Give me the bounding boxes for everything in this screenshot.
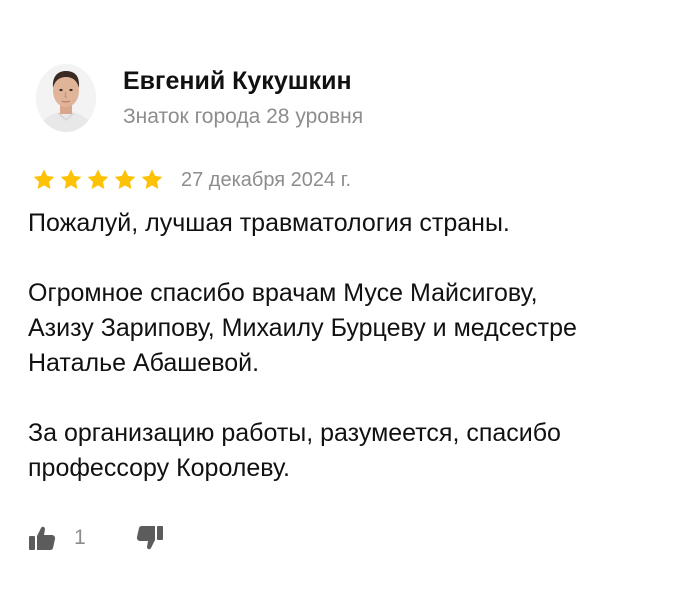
previous-review-clipped: ▪▪▪▪▪▪▪▪▪▪▪▪▪▪▪▪▪▪▪▪▪▪ bbox=[0, 0, 700, 10]
star-icon bbox=[33, 169, 55, 189]
review-line: Огромное спасибо врачам Мусе Майсигову, bbox=[28, 279, 538, 307]
review-line: Наталье Абашевой. bbox=[28, 349, 260, 377]
star-icon bbox=[87, 169, 109, 189]
review-text: Пожалуй, лучшая травматология страны. Ог… bbox=[28, 206, 688, 486]
review-paragraph: Пожалуй, лучшая травматология страны. bbox=[28, 209, 510, 237]
clipped-text-fragment: ▪▪▪▪▪▪▪▪▪▪▪▪▪▪▪▪▪▪▪▪▪▪ bbox=[80, 0, 274, 6]
rating-row: 27 декабря 2024 г. bbox=[31, 166, 351, 194]
review-line: За организацию работы, разумеется, спаси… bbox=[28, 419, 561, 447]
star-icon bbox=[60, 169, 82, 189]
avatar[interactable] bbox=[36, 64, 96, 132]
review-line: Азизу Зарипову, Михаилу Бурцеву и медсес… bbox=[28, 314, 577, 342]
like-count: 1 bbox=[74, 526, 86, 549]
thumbs-up-icon bbox=[29, 526, 56, 550]
star-icon bbox=[141, 169, 163, 189]
author-level: Знаток города 28 уровня bbox=[123, 105, 364, 128]
author-name[interactable]: Евгений Кукушкин bbox=[123, 66, 363, 96]
author-block: Евгений Кукушкин Знаток города 28 уровня bbox=[123, 66, 363, 131]
dislike-button[interactable] bbox=[136, 525, 164, 551]
star-icon bbox=[114, 169, 136, 189]
star-rating bbox=[31, 167, 165, 193]
reactions-bar: 1 bbox=[28, 525, 164, 551]
like-button[interactable]: 1 bbox=[28, 525, 86, 551]
thumbs-down-icon bbox=[136, 526, 163, 550]
user-avatar-icon bbox=[36, 64, 96, 132]
review-date: 27 декабря 2024 г. bbox=[181, 168, 352, 191]
review-line: профессору Королеву. bbox=[28, 454, 290, 482]
